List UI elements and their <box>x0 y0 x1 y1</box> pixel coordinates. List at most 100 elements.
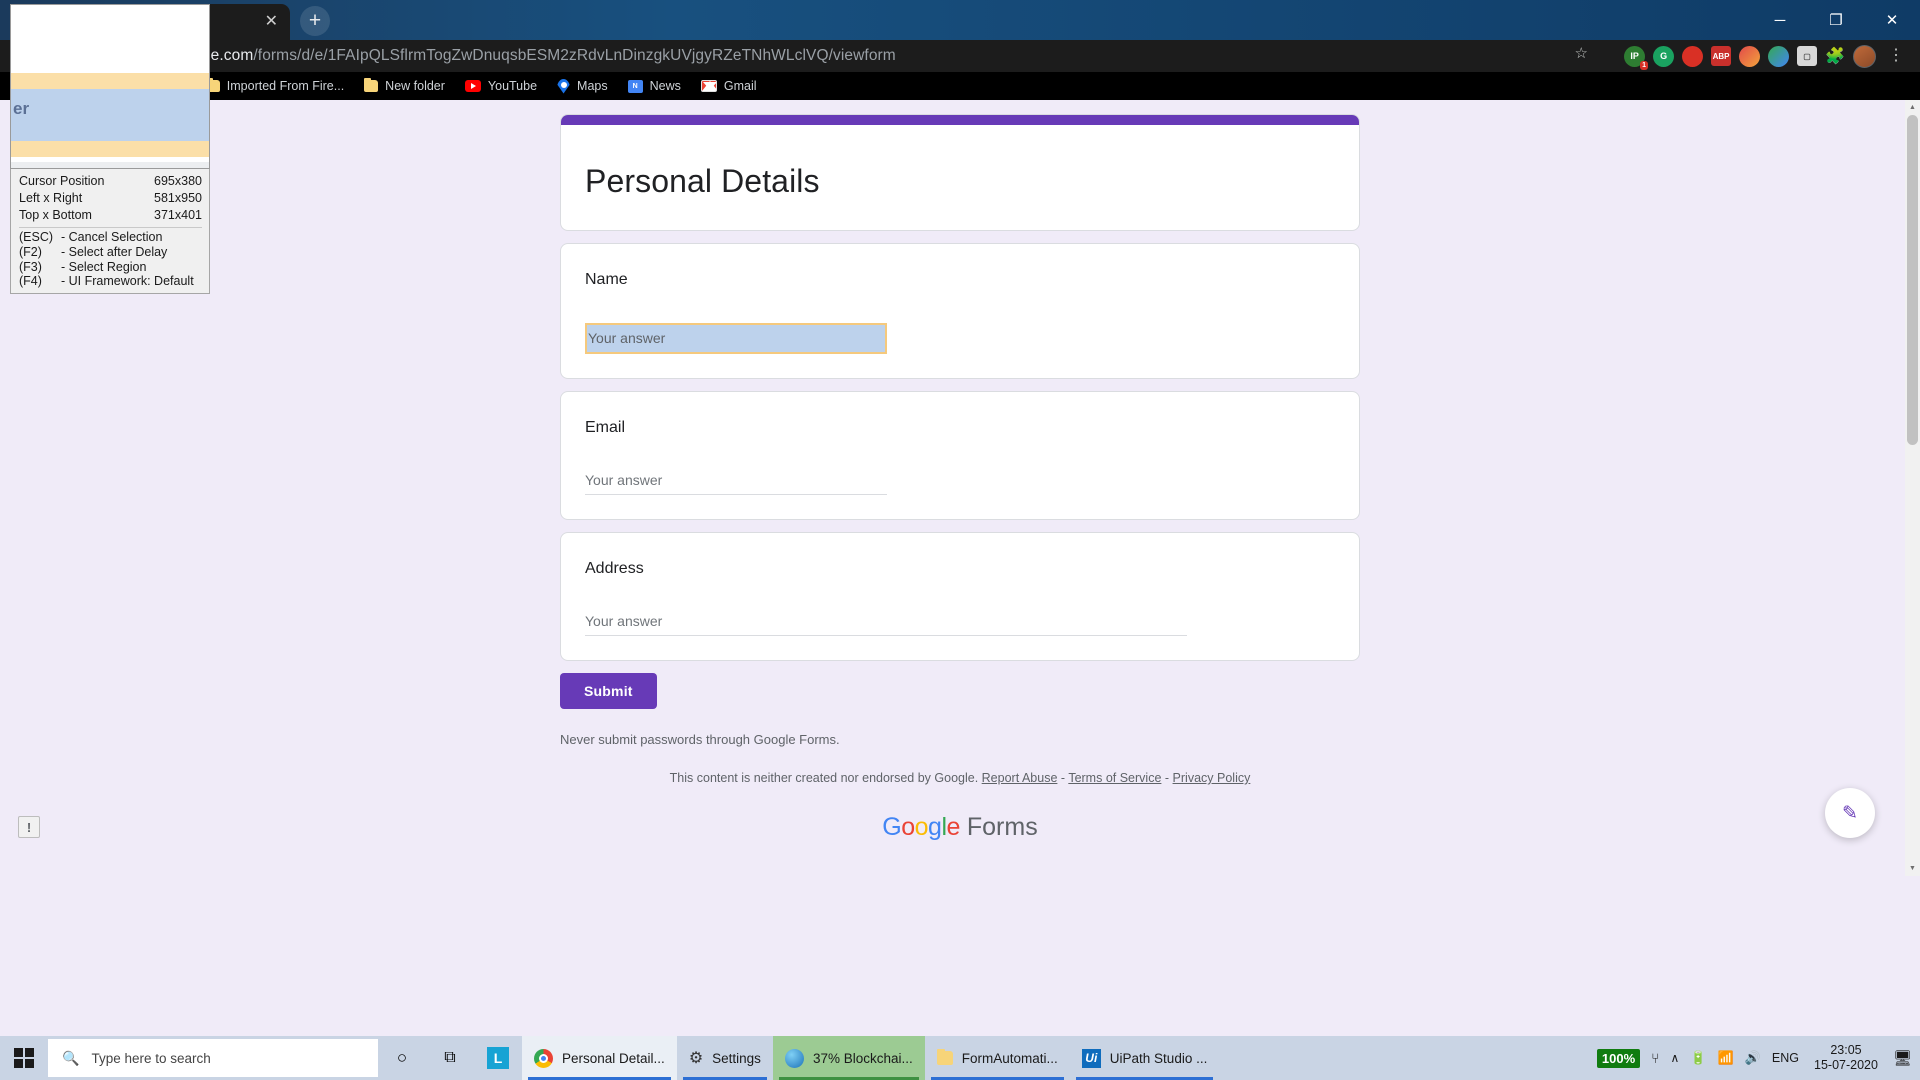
taskbar-item-label: 37% Blockchai... <box>812 1050 913 1066</box>
bookmark-imported-from-firefox-2[interactable]: Imported From Fire... <box>196 78 354 93</box>
report-abuse-link[interactable]: Report Abuse <box>982 771 1058 785</box>
question-card: Email Your answer <box>560 391 1360 520</box>
bookmark-maps[interactable]: Maps <box>547 79 618 94</box>
form-accent-stripe <box>561 115 1359 125</box>
extensions-area: IP 1 G ABP ▢ 🧩 ⋮ <box>1624 40 1912 72</box>
shortcut-key: (F3) <box>19 259 42 274</box>
lightshot-icon: L <box>487 1047 509 1069</box>
chrome-icon <box>534 1048 553 1068</box>
plug-icon[interactable]: ⑂ <box>1651 1050 1659 1066</box>
endorsement-text: This content is neither created nor endo… <box>669 771 979 785</box>
close-window-icon[interactable]: ✕ <box>1864 0 1920 40</box>
language-indicator[interactable]: ENG <box>1772 1051 1799 1065</box>
answer-input[interactable]: Your answer <box>585 613 1187 636</box>
answer-input[interactable]: Your answer <box>585 323 887 354</box>
idm-icon <box>784 1048 804 1068</box>
clock[interactable]: 23:05 15-07-2020 <box>1810 1043 1882 1073</box>
google-wordmark: Google <box>882 813 960 841</box>
form-questions: Name Your answer Email Your answer Addre… <box>560 243 1360 661</box>
extensions-puzzle-icon[interactable]: 🧩 <box>1825 46 1845 66</box>
taskbar-item-idm[interactable]: 37% Blockchai... <box>772 1036 925 1080</box>
uipath-selection-overlay: er Cursor Position 695x380 Left x Right … <box>10 4 210 295</box>
shortcut-label: - Cancel Selection <box>61 230 163 244</box>
search-icon: 🔍 <box>62 1049 80 1066</box>
taskbar-item-chrome[interactable]: Personal Detail... <box>522 1036 677 1080</box>
minimize-icon[interactable]: ─ <box>1752 0 1808 40</box>
footer-separator-1: - <box>1060 771 1066 785</box>
info-value: 371x401 <box>154 208 202 222</box>
info-key: Cursor Position <box>19 174 105 188</box>
privacy-policy-link[interactable]: Privacy Policy <box>1173 771 1251 785</box>
gear-icon: ⚙ <box>688 1050 704 1067</box>
taskbar-items: Personal Detail... ⚙ Settings 37% Blockch… <box>522 1036 1219 1080</box>
show-hidden-icons-chevron-icon[interactable]: ∧ <box>1671 1051 1680 1065</box>
chrome-menu-icon[interactable]: ⋮ <box>1884 48 1908 64</box>
shortcut-key: (ESC) <box>19 230 54 244</box>
page-scrollbar[interactable]: ▲ ▼ <box>1905 100 1920 876</box>
address-bar[interactable]: s.google.com/forms/d/e/1FAIpQLSflrmTogZw… <box>160 40 1660 72</box>
forms-wordmark: Forms <box>966 813 1038 841</box>
tab-strip: ✕ + ─ ❐ ✕ <box>0 0 1920 40</box>
battery-icon[interactable]: 🔋 <box>1690 1050 1706 1066</box>
extension-adblock-icon[interactable]: ABP <box>1711 46 1732 66</box>
bookmark-star-icon[interactable]: ☆ <box>1575 44 1588 62</box>
question-card: Address Your answer <box>560 532 1360 661</box>
info-row: Left x Right 581x950 <box>19 190 202 207</box>
action-center-icon[interactable]: 🖥 <box>1893 1049 1912 1067</box>
submit-button[interactable]: Submit <box>560 673 657 709</box>
cortana-icon: ○ <box>396 1048 408 1067</box>
new-tab-button[interactable]: + <box>300 6 330 36</box>
edit-form-fab[interactable]: ✎ <box>1825 788 1875 838</box>
profile-avatar[interactable] <box>1853 44 1876 68</box>
shortcut-label: - UI Framework: Default <box>61 274 194 289</box>
folder-icon <box>936 1049 953 1065</box>
bookmark-new-folder[interactable]: New folder <box>354 78 455 93</box>
bookmark-label: Maps <box>577 79 608 93</box>
search-input[interactable]: 🔍 Type here to search <box>48 1039 378 1077</box>
task-view-button[interactable]: ⧉ <box>426 1036 474 1080</box>
start-button[interactable] <box>0 1036 48 1080</box>
bookmark-label: YouTube <box>487 79 538 93</box>
scroll-up-arrow[interactable]: ▲ <box>1905 100 1920 115</box>
extension-green-circle-icon[interactable]: G <box>1653 45 1675 67</box>
shortcut-label: - Select Region <box>61 259 147 274</box>
question-card: Name Your answer <box>560 243 1360 379</box>
taskbar-item-formautomation[interactable]: FormAutomati... <box>925 1036 1070 1080</box>
cortana-button[interactable]: ○ <box>378 1036 426 1080</box>
close-tab-icon[interactable]: ✕ <box>265 14 278 30</box>
bookmark-label: Gmail <box>723 79 757 93</box>
taskbar-item-lightshot[interactable]: L <box>474 1036 522 1080</box>
extension-colorful-icon[interactable] <box>1739 45 1761 67</box>
volume-icon[interactable]: 🔊 <box>1745 1050 1761 1066</box>
wifi-icon[interactable]: 📶 <box>1718 1050 1734 1066</box>
bookmark-gmail[interactable]: Gmail <box>691 79 767 93</box>
scrollbar-thumb[interactable] <box>1907 115 1918 445</box>
windows-logo-icon <box>14 1048 34 1068</box>
zoom-badge[interactable]: 100% <box>1596 1048 1641 1068</box>
extension-red-circle-icon[interactable] <box>1682 45 1704 67</box>
taskbar-item-settings[interactable]: ⚙ Settings <box>677 1036 773 1080</box>
taskbar-item-label: UiPath Studio ... <box>1109 1050 1208 1066</box>
question-label: Address <box>585 560 644 577</box>
extension-ip-badge-icon[interactable]: IP 1 <box>1624 45 1649 70</box>
shortcut-row: (F4) - UI Framework: Default <box>19 274 202 289</box>
question-label: Email <box>585 419 626 436</box>
info-divider <box>19 227 202 228</box>
maximize-icon[interactable]: ❐ <box>1808 0 1864 40</box>
shortcut-row: (F2) - Select after Delay <box>19 245 202 260</box>
taskbar-item-label: FormAutomati... <box>961 1050 1058 1066</box>
extension-gray-square-icon[interactable]: ▢ <box>1797 46 1818 66</box>
taskbar-item-uipath[interactable]: Ui UiPath Studio ... <box>1070 1036 1220 1080</box>
window-controls: ─ ❐ ✕ <box>1752 0 1920 40</box>
bookmark-news[interactable]: N News <box>618 79 691 93</box>
page-alert-icon[interactable]: ! <box>18 816 40 838</box>
scroll-down-arrow[interactable]: ▼ <box>1905 861 1920 876</box>
answer-input[interactable]: Your answer <box>585 472 887 495</box>
extension-multicolor-icon[interactable] <box>1768 45 1790 67</box>
preview-blue-band: er <box>11 89 209 141</box>
bookmark-label: New folder <box>385 79 445 93</box>
preview-gray-band <box>11 162 209 168</box>
shortcut-key: (F2) <box>19 244 42 259</box>
bookmark-youtube[interactable]: YouTube <box>455 79 547 93</box>
terms-of-service-link[interactable]: Terms of Service <box>1068 771 1161 785</box>
